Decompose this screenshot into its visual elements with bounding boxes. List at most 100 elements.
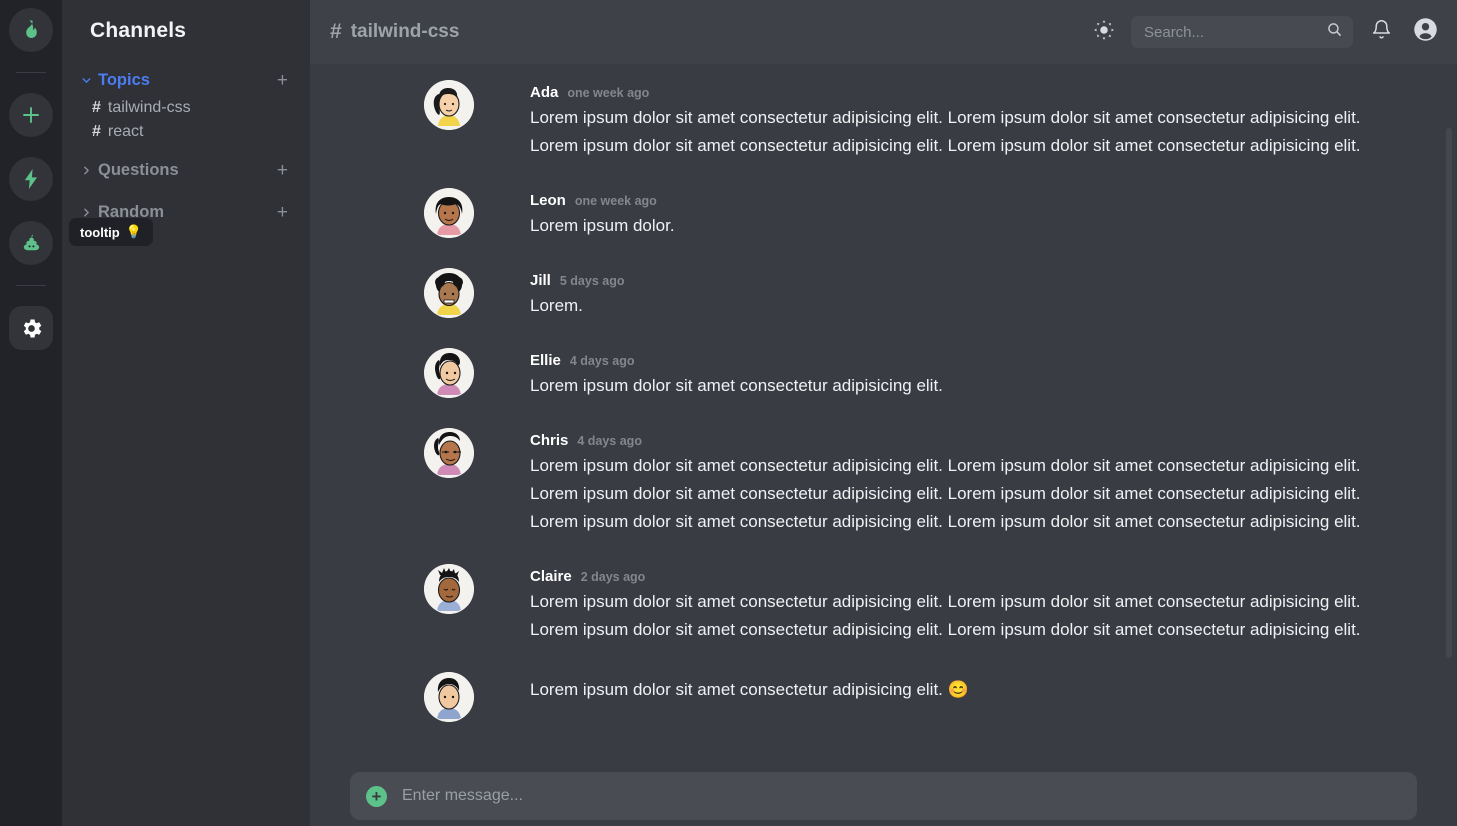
avatar (424, 188, 474, 238)
user-menu-button[interactable] (1412, 16, 1439, 48)
message-input[interactable] (402, 787, 1401, 805)
add-attachment-button[interactable]: + (366, 785, 387, 807)
search-box[interactable] (1131, 16, 1353, 48)
top-bar: # tailwind-css (310, 0, 1457, 64)
flame-icon (19, 18, 43, 42)
channels-sidebar: Channels Topics + # tailwind-css # react (62, 0, 310, 826)
message-header: Ada one week ago (530, 84, 1397, 101)
rail-divider-bottom (16, 285, 46, 286)
chevron-right-icon (78, 164, 94, 177)
tooltip-label: tooltip (80, 224, 120, 240)
message-item: Jill 5 days ago Lorem. (424, 268, 1397, 320)
plus-icon (19, 103, 43, 127)
message-list[interactable]: Ada one week ago Lorem ipsum dolor sit a… (310, 64, 1457, 826)
scrollbar[interactable] (1445, 128, 1453, 826)
channel-group-label: Questions (98, 161, 179, 179)
page-title: tailwind-css (350, 21, 460, 42)
message-body: Chris 4 days ago Lorem ipsum dolor sit a… (530, 428, 1397, 536)
message-text: Lorem ipsum dolor. (530, 216, 675, 235)
hash-icon: # (92, 99, 101, 116)
sidebar-item-label: react (107, 123, 144, 140)
theme-toggle-button[interactable] (1093, 19, 1115, 46)
chevron-down-icon (78, 74, 94, 87)
message-author: Ada (530, 84, 559, 101)
message-item: Leon one week ago Lorem ipsum dolor. (424, 188, 1397, 240)
search-input[interactable] (1144, 23, 1326, 41)
message-author: Claire (530, 568, 572, 585)
message-author: Jill (530, 272, 551, 289)
hash-icon: # (92, 123, 101, 140)
add-channel-questions-button[interactable]: + (273, 161, 292, 180)
search-icon (1326, 21, 1343, 43)
notifications-button[interactable] (1371, 19, 1392, 45)
hash-icon: # (330, 20, 342, 43)
lightbulb-icon: 💡 (125, 224, 142, 239)
message-item: Ada one week ago Lorem ipsum dolor sit a… (424, 80, 1397, 160)
message-body: Claire 2 days ago Lorem ipsum dolor sit … (530, 564, 1397, 644)
message-timestamp: 5 days ago (559, 274, 625, 288)
message-author: Leon (530, 192, 566, 209)
message-text: Lorem ipsum dolor sit amet consectetur a… (530, 376, 943, 395)
message-item: Claire 2 days ago Lorem ipsum dolor sit … (424, 564, 1397, 644)
message-timestamp: 4 days ago (577, 434, 642, 448)
avatar (424, 348, 474, 398)
channel-group-topics[interactable]: Topics + (78, 65, 294, 96)
message-timestamp: 2 days ago (580, 570, 646, 584)
tooltip: tooltip 💡 (69, 218, 153, 246)
message-item: Chris 4 days ago Lorem ipsum dolor sit a… (424, 428, 1397, 536)
bolt-icon-button[interactable] (9, 157, 53, 201)
channel-group-questions[interactable]: Questions + (78, 155, 294, 186)
message-text: Lorem. (530, 296, 583, 315)
message-text: Lorem ipsum dolor sit amet consectetur a… (530, 680, 969, 699)
rail-divider (16, 72, 46, 73)
message-body: Jill 5 days ago Lorem. (530, 268, 1397, 320)
gear-icon (19, 316, 44, 341)
message-author: Ellie (530, 352, 561, 369)
message-item: Ellie 4 days ago Lorem ipsum dolor sit a… (424, 348, 1397, 400)
chat-app: Channels Topics + # tailwind-css # react (0, 0, 1457, 826)
message-body: Lorem ipsum dolor sit amet consectetur a… (530, 672, 1397, 722)
avatar (424, 672, 474, 722)
message-header: Jill 5 days ago (530, 272, 1397, 289)
message-item-partial: Lorem ipsum dolor sit amet consectetur a… (424, 672, 1397, 722)
poop-icon (20, 232, 43, 255)
message-timestamp: 4 days ago (569, 354, 635, 368)
message-header: Chris 4 days ago (530, 432, 1397, 449)
avatar (1412, 16, 1439, 48)
channel-group-label: Topics (98, 71, 150, 89)
sun-icon (1093, 19, 1115, 46)
message-text: Lorem ipsum dolor sit amet consectetur a… (530, 456, 1361, 531)
plus-icon-button[interactable] (9, 93, 53, 137)
message-header: Claire 2 days ago (530, 568, 1397, 585)
sidebar-item-tailwind-css[interactable]: # tailwind-css (78, 96, 294, 120)
sidebar-item-label: tailwind-css (107, 99, 191, 116)
message-author: Chris (530, 432, 569, 449)
poop-icon-button[interactable] (9, 221, 53, 265)
avatar (424, 428, 474, 478)
avatar (424, 564, 474, 614)
sidebar-title: Channels (90, 19, 187, 42)
avatar (424, 80, 474, 130)
add-channel-topics-button[interactable]: + (273, 71, 292, 90)
sidebar-item-react[interactable]: # react (78, 120, 294, 144)
message-timestamp: one week ago (567, 86, 650, 100)
message-composer[interactable]: + (350, 772, 1417, 820)
gear-icon-button[interactable] (9, 306, 53, 350)
avatar (424, 268, 474, 318)
message-body: Leon one week ago Lorem ipsum dolor. (530, 188, 1397, 240)
message-header: Leon one week ago (530, 192, 1397, 209)
message-text: Lorem ipsum dolor sit amet consectetur a… (530, 592, 1361, 639)
scrollbar-thumb[interactable] (1446, 128, 1452, 658)
message-header: Ellie 4 days ago (530, 352, 1397, 369)
add-channel-random-button[interactable]: + (273, 203, 292, 222)
flame-icon-button[interactable] (9, 8, 53, 52)
message-body: Ada one week ago Lorem ipsum dolor sit a… (530, 80, 1397, 160)
server-rail (0, 0, 62, 826)
message-body: Ellie 4 days ago Lorem ipsum dolor sit a… (530, 348, 1397, 400)
bell-icon (1371, 19, 1392, 45)
main-panel: # tailwind-css Search... Ada one week ag… (310, 0, 1457, 826)
bolt-icon (19, 167, 43, 191)
message-text: Lorem ipsum dolor sit amet consectetur a… (530, 108, 1361, 155)
message-timestamp: one week ago (574, 194, 657, 208)
composer-area: + (310, 772, 1457, 820)
